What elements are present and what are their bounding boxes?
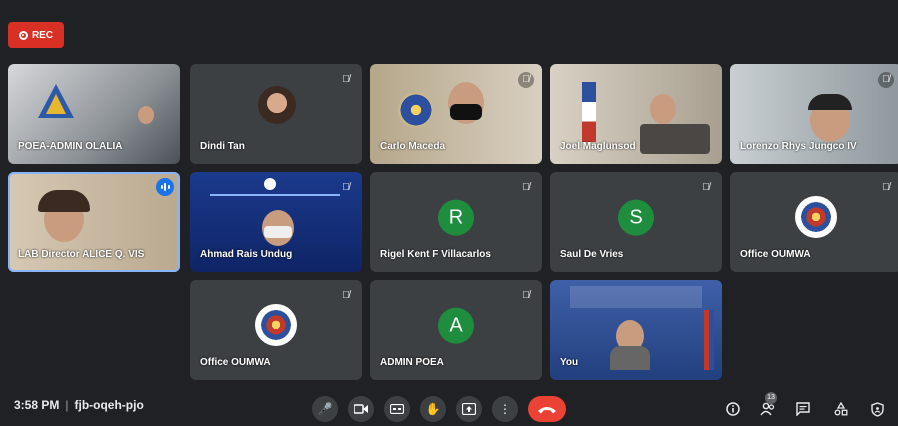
meeting-code: fjb-oqeh-pjo xyxy=(74,398,144,412)
participant-name: Rigel Kent F Villacarlos xyxy=(380,249,491,260)
avatar xyxy=(258,86,296,124)
more-options-icon: ⋮ xyxy=(499,402,511,416)
mic-off-icon: 🎙̸ xyxy=(878,72,894,88)
dfa-backdrop-banner xyxy=(570,286,702,308)
avatar: R xyxy=(438,199,474,236)
mic-off-icon: 🎙̸ xyxy=(342,290,350,301)
face-mask xyxy=(264,226,292,238)
meeting-time: 3:58 PM xyxy=(14,398,60,412)
info-icon xyxy=(726,402,740,416)
people-button[interactable]: 13 xyxy=(757,392,779,420)
mic-off-icon: 🎙̸ xyxy=(342,182,350,193)
meeting-details-button[interactable] xyxy=(722,398,744,420)
people-count-badge: 13 xyxy=(765,392,777,404)
present-icon xyxy=(462,403,476,415)
mic-off-icon: 🎙̸ xyxy=(882,182,890,193)
poea-logo-icon xyxy=(38,84,74,118)
chat-icon xyxy=(796,402,810,416)
end-call-icon xyxy=(538,406,556,413)
captions-button[interactable] xyxy=(384,396,410,422)
participant-tile-poea-admin-olalia[interactable]: POEA-ADMIN OLALIA xyxy=(8,64,180,164)
dfa-seal-icon xyxy=(795,195,837,238)
separator: | xyxy=(65,398,69,412)
host-controls-button[interactable] xyxy=(866,398,888,420)
participant-name: Lorenzo Rhys Jungco IV xyxy=(740,141,857,152)
participant-tile-carlo-maceda[interactable]: 🎙̸ Carlo Maceda xyxy=(370,64,542,164)
chat-button[interactable] xyxy=(792,398,814,420)
participant-tile-lab-director[interactable]: LAB Director ALICE Q. VIS xyxy=(8,172,180,272)
participant-name: POEA-ADMIN OLALIA xyxy=(18,141,123,152)
participant-tile-office-oumwa[interactable]: 🎙̸ Office OUMWA xyxy=(730,172,898,272)
mic-off-icon: 🎙̸ xyxy=(702,182,710,193)
participant-tile-ahmad-rais-undug[interactable]: 🎙̸ Ahmad Rais Undug xyxy=(190,172,362,272)
participant-name: Office OUMWA xyxy=(740,249,811,260)
flag xyxy=(582,82,596,142)
mic-off-icon: 🎙̸ xyxy=(342,74,350,85)
record-icon xyxy=(18,30,28,40)
mic-off-icon: 🎙̸ xyxy=(518,72,534,88)
camera-button[interactable] xyxy=(348,396,374,422)
participant-video xyxy=(138,106,154,124)
mic-button[interactable]: 🎤 xyxy=(312,396,338,422)
mic-off-icon: 🎙̸ xyxy=(522,182,530,193)
participant-name: LAB Director ALICE Q. VIS xyxy=(18,249,145,260)
host-controls-icon xyxy=(870,401,884,417)
participant-name: Carlo Maceda xyxy=(380,141,446,152)
participant-name: Office OUMWA xyxy=(200,357,271,368)
participant-video xyxy=(650,94,676,124)
participant-tile-dindi-tan[interactable]: 🎙̸ Dindi Tan xyxy=(190,64,362,164)
participant-name: You xyxy=(560,357,579,368)
participant-tile-you[interactable]: You xyxy=(550,280,722,380)
seal-icon xyxy=(264,178,276,190)
participant-tile-joel-maglunsod[interactable]: Joel Maglunsod xyxy=(550,64,722,164)
avatar: A xyxy=(438,307,474,344)
meeting-info: 3:58 PM | fjb-oqeh-pjo xyxy=(14,398,144,412)
participant-tile-rigel-kent[interactable]: R 🎙̸ Rigel Kent F Villacarlos xyxy=(370,172,542,272)
activities-icon xyxy=(834,402,848,416)
meeting-control-bar: 3:58 PM | fjb-oqeh-pjo 🎤 ✋ ⋮ 13 xyxy=(0,386,898,426)
seal-icon xyxy=(398,92,434,128)
more-options-button[interactable]: ⋮ xyxy=(492,396,518,422)
desk xyxy=(640,124,710,154)
banner-line xyxy=(210,194,340,196)
hair xyxy=(38,190,90,212)
participant-name: Ahmad Rais Undug xyxy=(200,249,293,260)
present-button[interactable] xyxy=(456,396,482,422)
mic-icon: 🎤 xyxy=(317,402,333,416)
dfa-seal-icon xyxy=(255,303,297,346)
headset xyxy=(808,94,852,110)
participant-name: Joel Maglunsod xyxy=(560,141,636,152)
participant-tile-saul-de-vries[interactable]: S 🎙̸ Saul De Vries xyxy=(550,172,722,272)
participant-name: Saul De Vries xyxy=(560,249,624,260)
recording-label: REC xyxy=(31,29,54,41)
captions-icon xyxy=(390,404,404,414)
raise-hand-icon: ✋ xyxy=(425,402,441,416)
avatar: S xyxy=(618,199,654,236)
participant-tile-office-oumwa-2[interactable]: 🎙̸ Office OUMWA xyxy=(190,280,362,380)
participant-name: ADMIN POEA xyxy=(380,357,444,368)
participant-tile-admin-poea[interactable]: A 🎙̸ ADMIN POEA xyxy=(370,280,542,380)
speaking-indicator-icon xyxy=(156,178,174,196)
mic-off-icon: 🎙̸ xyxy=(522,290,530,301)
participant-name: Dindi Tan xyxy=(200,141,245,152)
camera-icon xyxy=(354,404,368,414)
recording-indicator: REC xyxy=(8,22,64,48)
flag xyxy=(704,310,714,370)
raise-hand-button[interactable]: ✋ xyxy=(420,396,446,422)
end-call-button[interactable] xyxy=(528,396,566,422)
participant-tile-lorenzo-rhys-jungco[interactable]: 🎙̸ Lorenzo Rhys Jungco IV xyxy=(730,64,898,164)
shoulders xyxy=(610,346,650,370)
activities-button[interactable] xyxy=(830,398,852,420)
people-icon xyxy=(760,402,775,416)
face-mask xyxy=(450,104,482,120)
